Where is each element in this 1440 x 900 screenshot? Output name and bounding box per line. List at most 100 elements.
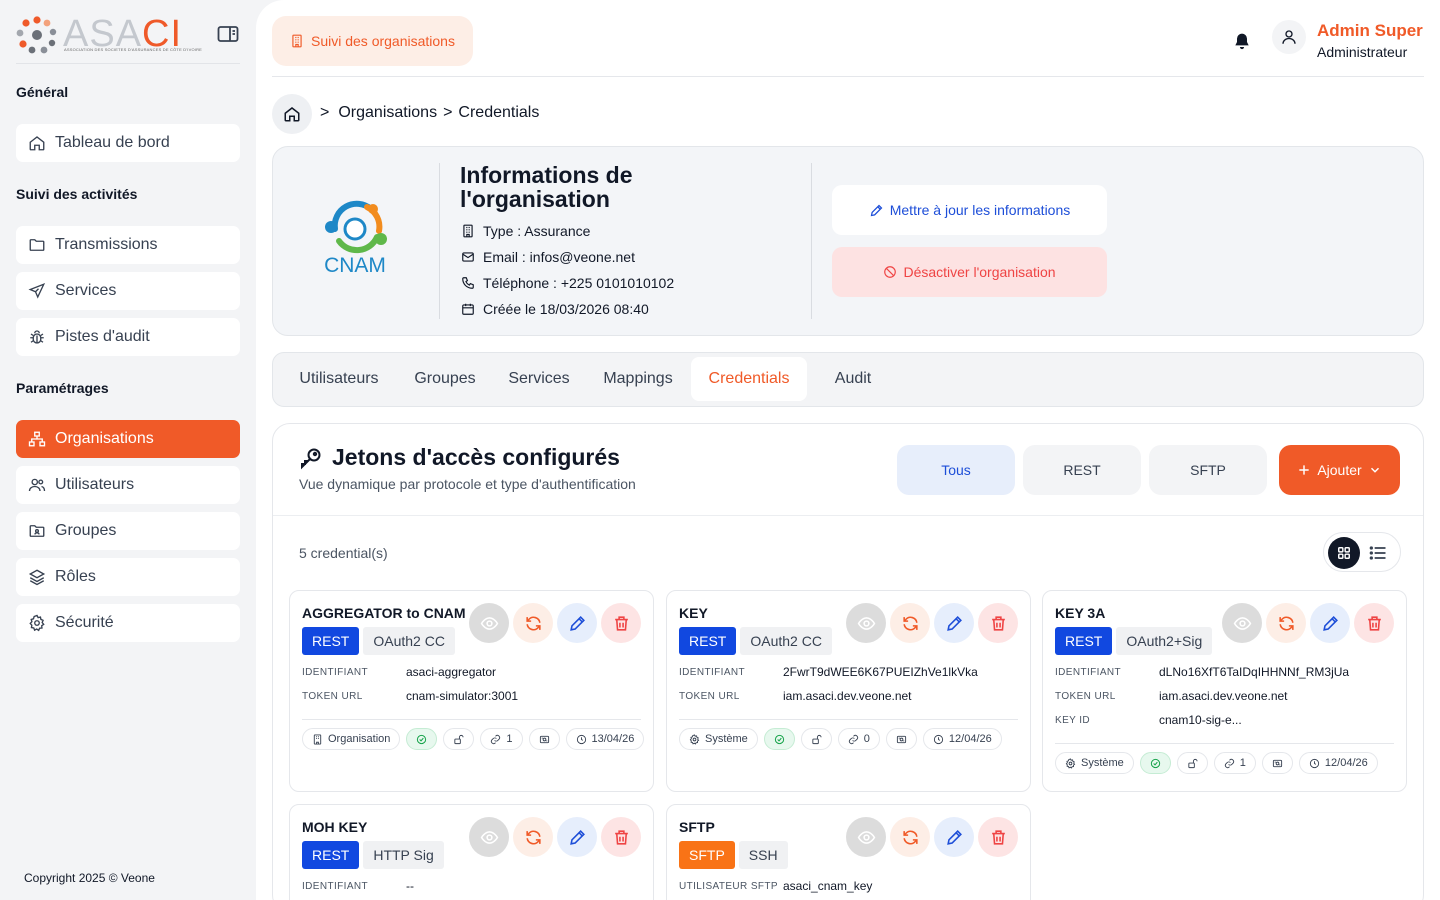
eye-icon [857,616,875,630]
tab-groupes[interactable]: Groupes [403,357,487,401]
sidebar: ASACI ASSOCIATION DES SOCIETES D'ASSURAN… [0,0,256,900]
credential-actions [846,603,1018,643]
divider [811,163,812,319]
credential-card[interactable]: KEY 3A REST OAuth2+Sig IDENTIFIANT dLNo16… [1042,590,1407,792]
phone-icon [462,277,474,289]
bell-icon[interactable] [1232,32,1252,52]
view-button[interactable] [1222,603,1262,643]
credential-card[interactable]: MOH KEY REST HTTP Sig IDENTIFIANT -- [289,804,654,900]
sidebar-item-organisations[interactable]: Organisations [16,420,240,458]
sidebar-toggle-icon[interactable] [217,24,239,44]
edit-button[interactable] [934,817,974,857]
delete-button[interactable] [601,817,641,857]
section-settings: Paramétrages [16,380,109,396]
view-toggle [1323,532,1401,572]
rotate-button[interactable] [890,817,930,857]
filter-all-button[interactable]: Tous [897,445,1015,495]
delete-button[interactable] [978,817,1018,857]
rotate-button[interactable] [513,603,553,643]
view-button[interactable] [846,817,886,857]
edit-button[interactable] [557,817,597,857]
key-icon [301,448,321,469]
sidebar-item-label: Groupes [55,522,117,539]
clock-icon [933,734,944,744]
pencil-icon [946,829,962,845]
sidebar-item-label: Services [55,282,117,299]
tab-services[interactable]: Services [497,357,581,401]
divider [679,719,1018,720]
breadcrumb-credentials: Credentials [458,104,540,121]
credential-card[interactable]: SFTP SFTP SSH UTILISATEUR SFTP asaci_cnam… [666,804,1031,900]
credential-field: IDENTIFIANT -- [302,879,414,893]
filter-sftp-button[interactable]: SFTP [1149,445,1267,495]
organization-info-card: CNAM Informations de l'organisation Type… [272,146,1424,336]
sidebar-item-security[interactable]: Sécurité [16,604,240,642]
edit-button[interactable] [557,603,597,643]
list-view-icon[interactable] [1368,543,1388,563]
tab-credentials[interactable]: Credentials [691,357,807,401]
user-avatar[interactable] [1272,20,1306,54]
link-icon [491,734,501,744]
tab-mappings[interactable]: Mappings [591,357,685,401]
pencil-icon [946,615,962,631]
credential-field: UTILISATEUR SFTP asaci_cnam_key [679,879,873,893]
rotate-button[interactable] [513,817,553,857]
tab-audit[interactable]: Audit [817,357,889,401]
cnam-logo-icon [325,200,387,254]
auth-type-badge: OAuth2 CC [363,627,455,655]
send-icon [28,283,46,299]
logo-subtitle: ASSOCIATION DES SOCIETES D'ASSURANCES DE… [64,47,203,52]
deactivate-org-button[interactable]: Désactiver l'organisation [832,247,1107,297]
rotate-button[interactable] [890,603,930,643]
delete-button[interactable] [1354,603,1394,643]
asaci-logo[interactable]: ASACI ASSOCIATION DES SOCIETES D'ASSURAN… [16,14,240,64]
sidebar-item-audit-trails[interactable]: Pistes d'audit [16,318,240,356]
delete-button[interactable] [601,603,641,643]
view-button[interactable] [469,603,509,643]
sidebar-item-services[interactable]: Services [16,272,240,310]
auth-type-badge: OAuth2 CC [740,627,832,655]
owner-chip: Système [1055,752,1134,774]
mail-icon [462,252,474,262]
pencil-icon [1322,615,1338,631]
sidebar-item-transmissions[interactable]: Transmissions [16,226,240,264]
sidebar-item-groups[interactable]: Groupes [16,512,240,550]
edit-button[interactable] [1310,603,1350,643]
breadcrumb-home-button[interactable] [272,94,312,134]
credential-field: TOKEN URL iam.asaci.dev.veone.net [1055,689,1288,703]
sidebar-item-users[interactable]: Utilisateurs [16,466,240,504]
update-info-button[interactable]: Mettre à jour les informations [832,185,1107,235]
credential-badges: REST HTTP Sig [302,841,444,869]
clock-icon [576,734,586,744]
protocol-badge: REST [302,841,360,869]
clock-icon [1309,758,1320,768]
pencil-icon [569,829,585,845]
pencil-icon [569,615,585,631]
grid-view-button[interactable] [1328,537,1360,569]
credential-card[interactable]: AGGREGATOR to CNAM REST OAuth2 CC IDENTI… [289,590,654,792]
credentials-panel: Jetons d'accès configurés Vue dynamique … [272,423,1424,900]
edit-button[interactable] [934,603,974,643]
topbar-tab-org-tracking[interactable]: Suivi des organisations [272,16,473,66]
users-icon [28,478,46,492]
view-button[interactable] [846,603,886,643]
sidebar-item-roles[interactable]: Rôles [16,558,240,596]
tab-utilisateurs[interactable]: Utilisateurs [287,357,391,401]
credential-name: KEY [679,605,708,621]
add-credential-button[interactable]: Ajouter [1279,445,1400,495]
gear-icon [1065,757,1076,769]
credential-card[interactable]: KEY REST OAuth2 CC IDENTIFIANT 2FwrT9dWEE… [666,590,1031,792]
rotate-button[interactable] [1266,603,1306,643]
protocol-badge: REST [679,627,737,655]
delete-button[interactable] [978,603,1018,643]
credential-field: TOKEN URL cnam-simulator:3001 [302,689,519,703]
breadcrumb-organisations[interactable]: Organisations [338,104,437,122]
sidebar-item-label: Sécurité [55,614,114,631]
eye-icon [857,830,875,844]
plus-icon [1299,465,1309,475]
view-button[interactable] [469,817,509,857]
credential-actions [1222,603,1394,643]
filter-rest-button[interactable]: REST [1023,445,1141,495]
gear-icon [29,614,45,632]
sidebar-item-dashboard[interactable]: Tableau de bord [16,124,240,162]
